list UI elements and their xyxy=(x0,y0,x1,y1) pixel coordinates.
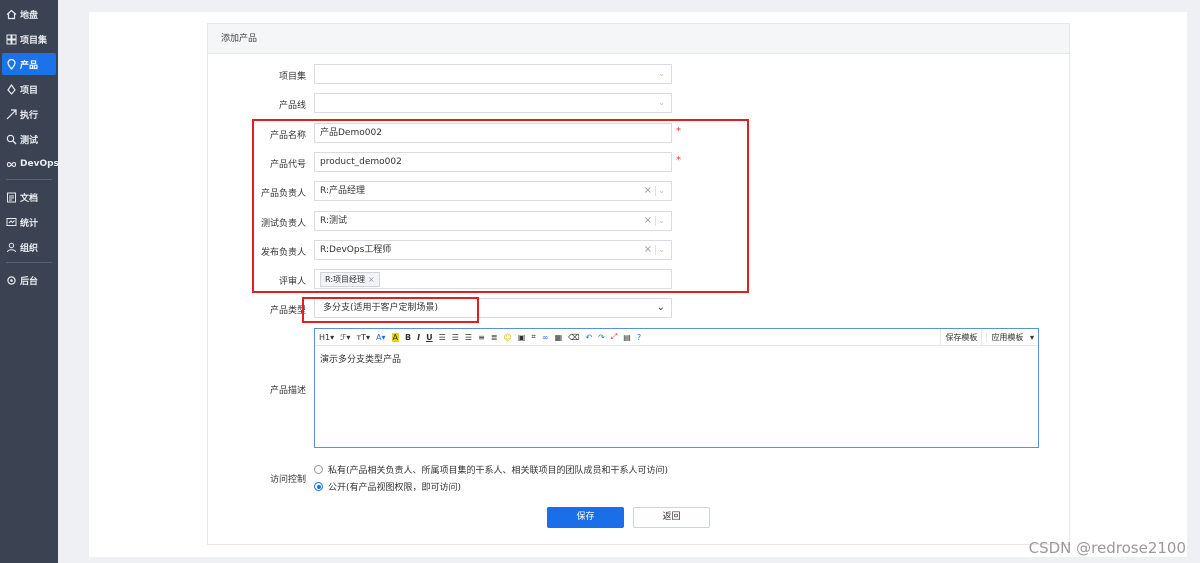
fullscreen-icon[interactable]: ⤢ xyxy=(611,332,617,342)
save-button[interactable]: 保存 xyxy=(547,507,624,528)
chevron-down-icon: ⌄ xyxy=(658,98,665,107)
access-control-label: 访问控制 xyxy=(269,475,306,485)
sidebar-item-label: 测试 xyxy=(20,135,39,146)
align-center-icon[interactable]: ☰ xyxy=(452,333,459,342)
sidebar-item-program[interactable]: 项目集 xyxy=(2,28,56,50)
acl-option-public[interactable]: 公开(有产品视图权限，即可访问) xyxy=(314,480,461,493)
sidebar-item-label: 执行 xyxy=(20,110,39,121)
sidebar-item-label: 项目 xyxy=(20,85,39,96)
gear-icon xyxy=(6,275,17,286)
send-icon xyxy=(6,108,17,120)
editor-toolbar: H1▾ ℱ▾ тT▾ A▾ A B I U ☰ ☰ ☰ ≡ ≣ ☺ ▣ ⌗ ∞ … xyxy=(315,329,1038,346)
font-color-icon[interactable]: A▾ xyxy=(376,333,386,342)
program-label: 项目集 xyxy=(278,72,306,82)
underline-icon[interactable]: U xyxy=(426,333,433,342)
sidebar-item-product[interactable]: 产品 xyxy=(2,53,56,75)
magnifier-icon xyxy=(6,134,17,145)
location-pin-icon xyxy=(6,58,17,70)
sidebar-item-doc[interactable]: 文档 xyxy=(2,186,56,208)
ordered-list-icon[interactable]: ≡ xyxy=(478,333,485,342)
chart-icon xyxy=(6,217,17,228)
description-editor[interactable]: H1▾ ℱ▾ тT▾ A▾ A B I U ☰ ☰ ☰ ≡ ≣ ☺ ▣ ⌗ ∞ … xyxy=(314,328,1039,448)
italic-icon[interactable]: I xyxy=(417,333,420,342)
source-icon[interactable]: ▤ xyxy=(623,333,631,342)
sidebar-item-label: 后台 xyxy=(20,276,39,287)
radio-private[interactable] xyxy=(314,465,323,474)
undo-icon[interactable]: ↶ xyxy=(585,333,592,342)
chevron-down-icon: ⌄ xyxy=(656,302,665,313)
sidebar-item-label: 地盘 xyxy=(20,10,39,21)
sidebar-item-label: DevOps xyxy=(20,159,59,169)
radio-public[interactable] xyxy=(314,482,323,491)
sidebar-divider xyxy=(6,179,52,180)
sidebar-item-home[interactable]: 地盘 xyxy=(2,3,56,25)
link-icon[interactable]: ∞ xyxy=(542,333,549,342)
highlight-box-type xyxy=(302,297,479,323)
back-button[interactable]: 返回 xyxy=(633,507,710,528)
font-size-button[interactable]: тT▾ xyxy=(356,333,370,342)
emoji-icon[interactable]: ☺ xyxy=(504,333,512,342)
eraser-icon[interactable]: ⌫ xyxy=(568,333,579,342)
apply-template-button[interactable]: 应用模板 ▾ xyxy=(981,329,1038,346)
align-left-icon[interactable]: ☰ xyxy=(439,333,446,342)
sidebar-item-label: 统计 xyxy=(20,218,39,229)
highlight-color-icon[interactable]: A xyxy=(391,332,399,342)
chevron-down-icon: ⌄ xyxy=(658,69,665,78)
people-icon xyxy=(6,242,17,253)
sidebar-item-org[interactable]: 组织 xyxy=(2,236,56,258)
editor-content[interactable]: 演示多分支类型产品 xyxy=(315,346,1038,371)
sidebar: 地盘 项目集 产品 项目 执行 测试 DevOps 文档 统计 组织 后台 xyxy=(0,0,59,563)
sidebar-item-label: 项目集 xyxy=(20,35,48,46)
sidebar-item-stats[interactable]: 统计 xyxy=(2,211,56,233)
grid-icon xyxy=(6,34,17,45)
font-family-button[interactable]: ℱ▾ xyxy=(340,333,350,342)
sidebar-item-project[interactable]: 项目 xyxy=(2,78,56,100)
watermark: CSDN @redrose2100 xyxy=(1028,539,1186,557)
sidebar-item-label: 文档 xyxy=(20,193,39,204)
unordered-list-icon[interactable]: ≣ xyxy=(491,333,498,342)
help-icon[interactable]: ? xyxy=(637,333,641,342)
sidebar-item-execution[interactable]: 执行 xyxy=(2,103,56,125)
product-type-label: 产品类型 xyxy=(269,306,306,316)
description-label: 产品描述 xyxy=(269,386,306,396)
highlight-box xyxy=(252,119,749,293)
page-title: 添加产品 xyxy=(208,24,1069,54)
sidebar-item-test[interactable]: 测试 xyxy=(2,128,56,150)
sidebar-item-devops[interactable]: DevOps xyxy=(2,153,59,175)
heading-button[interactable]: H1▾ xyxy=(319,333,334,342)
bold-icon[interactable]: B xyxy=(405,333,411,342)
home-icon xyxy=(6,9,17,20)
infinity-icon xyxy=(6,159,17,170)
save-template-button[interactable]: 保存模板 xyxy=(940,329,981,346)
program-select[interactable]: ⌄ xyxy=(314,64,672,84)
redo-icon[interactable]: ↷ xyxy=(598,333,605,342)
table-icon[interactable]: ▦ xyxy=(555,333,563,342)
flag-icon xyxy=(6,83,17,95)
code-icon[interactable]: ⌗ xyxy=(531,332,536,342)
sidebar-item-admin[interactable]: 后台 xyxy=(2,269,56,291)
acl-option-private[interactable]: 私有(产品相关负责人、所属项目集的干系人、相关联项目的团队成员和干系人可访问) xyxy=(314,463,668,476)
image-icon[interactable]: ▣ xyxy=(518,333,526,342)
product-line-select[interactable]: ⌄ xyxy=(314,93,672,113)
sidebar-divider xyxy=(6,262,52,263)
document-icon xyxy=(6,192,17,203)
sidebar-item-label: 产品 xyxy=(20,60,39,71)
sidebar-item-label: 组织 xyxy=(20,243,39,254)
product-line-label: 产品线 xyxy=(278,101,306,111)
align-right-icon[interactable]: ☰ xyxy=(465,333,472,342)
